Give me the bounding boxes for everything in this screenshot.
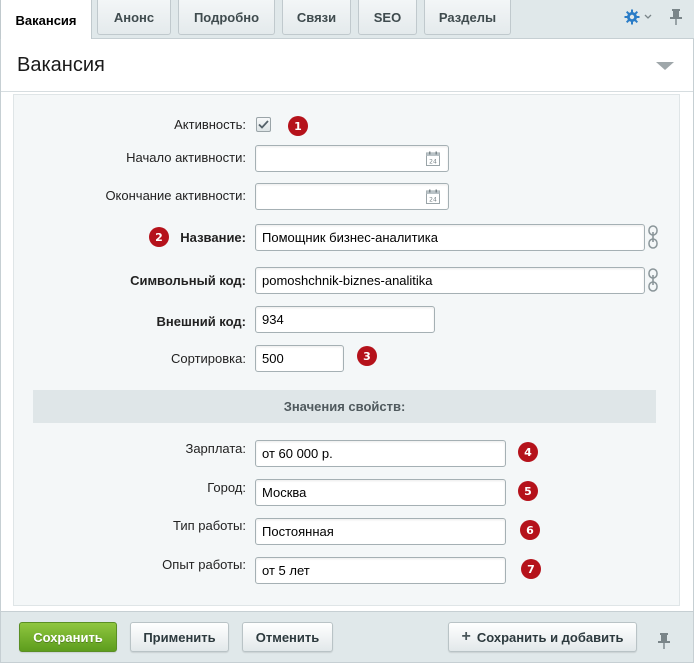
salary-input[interactable]: от 60 000 р. [255,440,506,467]
name-label: Название: [180,230,246,245]
xml-id-label: Внешний код: [156,314,246,329]
sort-value: 500 [262,351,284,366]
sort-label: Сортировка: [171,351,246,366]
active-from-input[interactable]: 24 [255,145,449,172]
xml-id-input[interactable]: 934 [255,306,435,333]
pin-icon[interactable] [668,8,684,26]
settings-menu[interactable] [624,7,658,27]
calendar-icon[interactable]: 24 [426,189,440,204]
collapse-icon[interactable] [656,62,674,70]
work-type-label: Тип работы: [172,518,246,533]
svg-text:24: 24 [429,159,437,166]
tab-announce[interactable]: Анонс [97,0,171,35]
active-label: Активность: [174,117,246,132]
code-value: pomoshchnik-biznes-analitika [262,273,433,288]
city-value: Москва [262,485,307,500]
experience-value: от 5 лет [262,563,310,578]
code-label: Символьный код: [130,273,246,288]
badge-6: 6 [520,520,540,540]
work-type-input[interactable]: Постоянная [255,518,506,545]
badge-1: 1 [288,116,308,136]
svg-text:24: 24 [429,197,437,204]
city-label: Город: [207,480,246,495]
code-input[interactable]: pomoshchnik-biznes-analitika [255,267,645,294]
properties-header: Значения свойств: [33,390,656,423]
badge-2: 2 [149,227,169,247]
checkmark-icon [258,120,269,129]
divider [1,91,693,92]
active-checkbox[interactable] [256,117,271,132]
sort-input[interactable]: 500 [255,345,344,372]
salary-label: Зарплата: [185,441,246,456]
active-to-label: Окончание активности: [105,188,246,203]
tab-bar: Вакансия Анонс Подробно Связи SEO Раздел… [0,0,694,40]
experience-label: Опыт работы: [162,557,246,572]
tab-links[interactable]: Связи [282,0,351,35]
name-input[interactable]: Помощник бизнес-аналитика [255,224,645,251]
save-button[interactable]: Сохранить [19,622,117,652]
tab-details[interactable]: Подробно [178,0,275,35]
name-value: Помощник бизнес-аналитика [262,230,438,245]
tab-sections[interactable]: Разделы [424,0,511,35]
chevron-down-icon [644,14,652,19]
chain-link-icon[interactable] [647,225,659,249]
save-and-add-label: Сохранить и добавить [476,629,624,645]
plus-icon: + [461,628,471,645]
active-to-input[interactable]: 24 [255,183,449,210]
xml-id-value: 934 [262,312,284,327]
section-title: Вакансия [17,54,105,76]
calendar-icon[interactable]: 24 [426,151,440,166]
experience-input[interactable]: от 5 лет [255,557,506,584]
apply-button[interactable]: Применить [130,622,229,652]
gear-icon [624,9,640,25]
active-from-label: Начало активности: [126,150,246,165]
badge-5: 5 [518,481,538,501]
tab-vacancy[interactable]: Вакансия [0,0,92,40]
cancel-button[interactable]: Отменить [242,622,333,652]
save-and-add-button[interactable]: + Сохранить и добавить [448,622,637,652]
tab-seo[interactable]: SEO [358,0,417,35]
badge-3: 3 [357,346,377,366]
badge-7: 7 [521,559,541,579]
city-input[interactable]: Москва [255,479,506,506]
badge-4: 4 [518,442,538,462]
pin-icon[interactable] [657,632,671,650]
chain-link-icon[interactable] [647,268,659,292]
salary-value: от 60 000 р. [262,446,333,461]
work-type-value: Постоянная [262,524,334,539]
